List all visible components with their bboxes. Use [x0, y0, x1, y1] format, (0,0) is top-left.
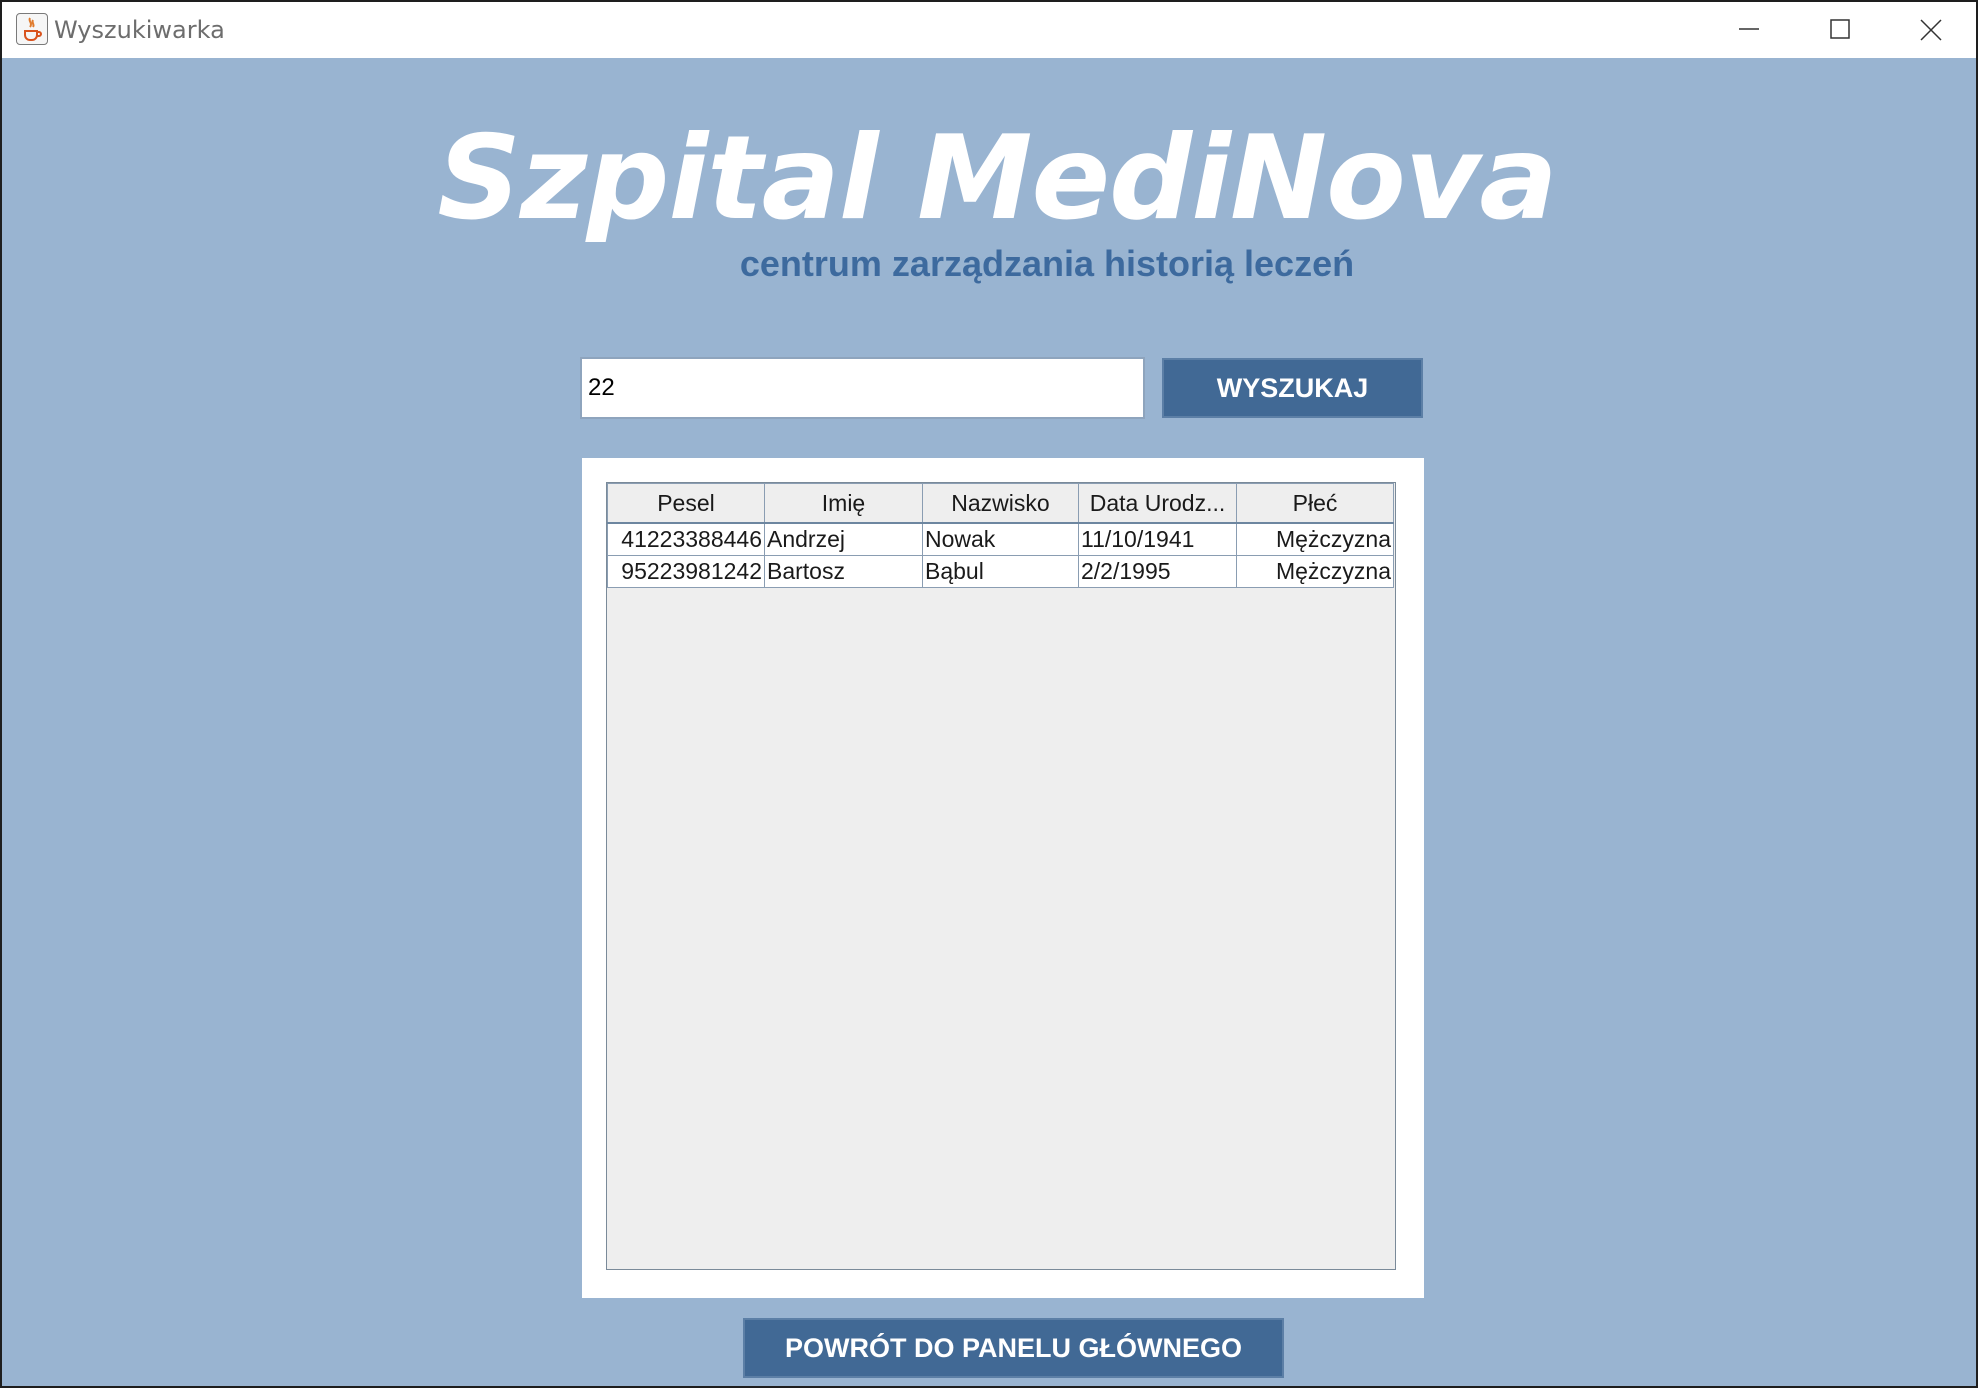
app-subtitle: centrum zarządzania historią leczeń — [739, 243, 1355, 284]
cell-pesel[interactable]: 95223981242 — [607, 555, 765, 588]
column-header-first-name[interactable]: Imię — [764, 483, 923, 524]
cell-gender[interactable]: Mężczyzna — [1236, 522, 1394, 556]
results-scroll-view[interactable]: Pesel Imię Nazwisko Data Urodz... Płeć 4… — [606, 482, 1396, 1270]
cell-first-name[interactable]: Andrzej — [764, 522, 923, 556]
back-to-main-panel-button[interactable]: POWRÓT DO PANELU GŁÓWNEGO — [743, 1318, 1284, 1378]
cell-last-name[interactable]: Bąbul — [922, 555, 1079, 588]
patients-table: Pesel Imię Nazwisko Data Urodz... Płeć 4… — [607, 483, 1394, 588]
table-row[interactable]: 41223388446 Andrzej Nowak 11/10/1941 Męż… — [607, 522, 1394, 556]
cell-birth-date[interactable]: 11/10/1941 — [1078, 522, 1237, 556]
column-header-birth-date[interactable]: Data Urodz... — [1078, 483, 1237, 524]
cell-first-name[interactable]: Bartosz — [764, 555, 923, 588]
minimize-button[interactable] — [1702, 2, 1794, 58]
maximize-button[interactable] — [1794, 2, 1886, 58]
cell-gender[interactable]: Mężczyzna — [1236, 555, 1394, 588]
title-bar[interactable]: Wyszukiwarka — [2, 2, 1976, 58]
close-button[interactable] — [1884, 2, 1976, 58]
column-header-gender[interactable]: Płeć — [1236, 483, 1394, 524]
search-input[interactable] — [580, 357, 1145, 419]
table-row[interactable]: 95223981242 Bartosz Bąbul 2/2/1995 Mężcz… — [607, 555, 1394, 588]
column-header-last-name[interactable]: Nazwisko — [922, 483, 1079, 524]
app-window: Wyszukiwarka Szpital MediNova centrum za… — [2, 2, 1976, 1386]
table-header-row: Pesel Imię Nazwisko Data Urodz... Płeć — [607, 483, 1394, 524]
java-coffee-icon — [16, 13, 48, 45]
cell-last-name[interactable]: Nowak — [922, 522, 1079, 556]
cell-pesel[interactable]: 41223388446 — [607, 522, 765, 556]
close-icon — [1920, 19, 1942, 41]
column-header-pesel[interactable]: Pesel — [607, 483, 765, 524]
results-panel: Pesel Imię Nazwisko Data Urodz... Płeć 4… — [582, 458, 1424, 1298]
window-title: Wyszukiwarka — [54, 16, 225, 44]
hospital-name-heading: Szpital MediNova — [437, 111, 1557, 246]
search-button[interactable]: WYSZUKAJ — [1162, 358, 1423, 418]
cell-birth-date[interactable]: 2/2/1995 — [1078, 555, 1237, 588]
